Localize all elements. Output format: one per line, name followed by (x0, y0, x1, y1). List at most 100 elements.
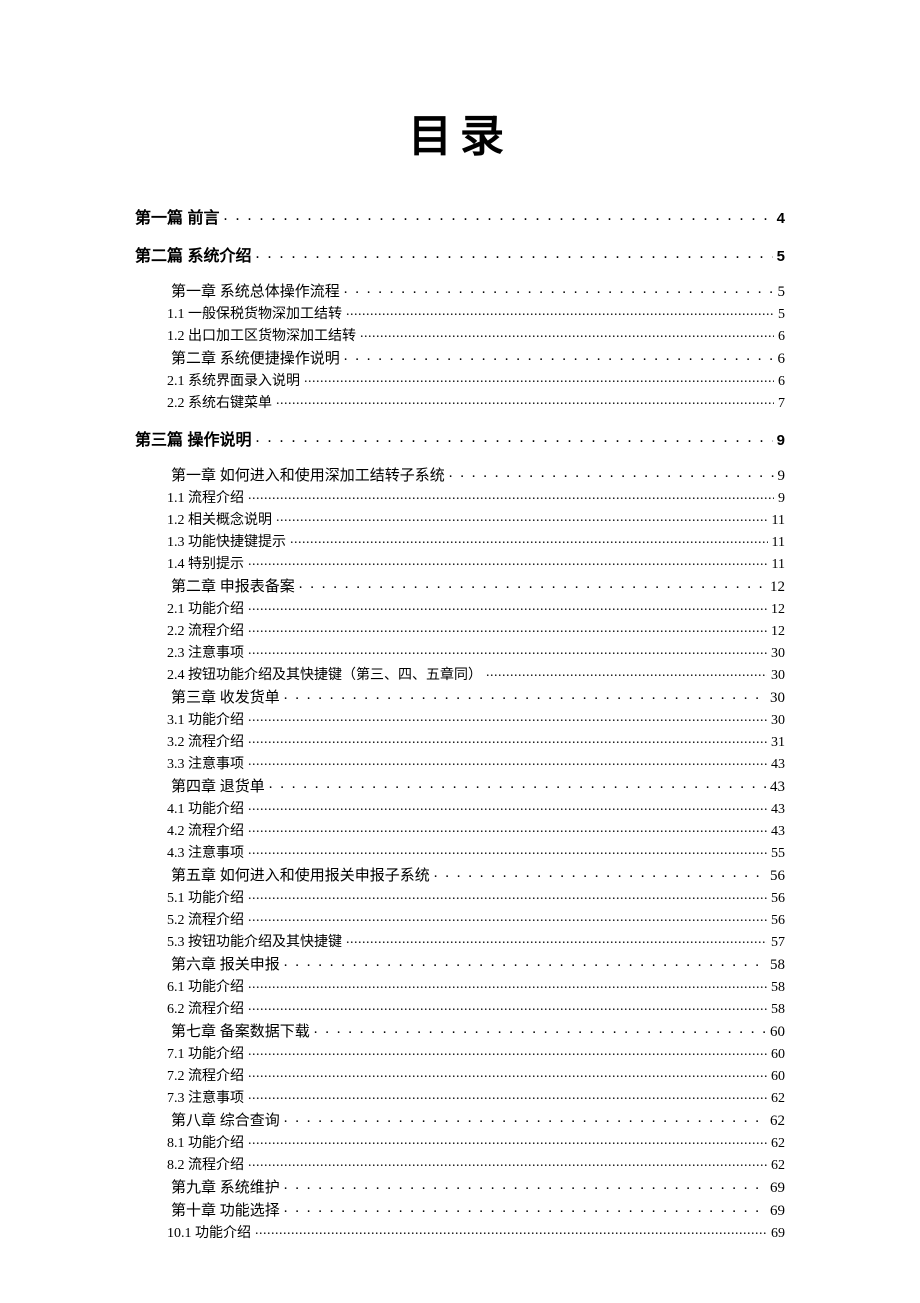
document-page: 目录 第一篇 前言4第二篇 系统介绍5第一章 系统总体操作流程51.1 一般保税… (0, 0, 920, 1303)
toc-entry-page: 58 (767, 980, 785, 996)
toc-leader-dots (344, 281, 774, 296)
toc-leader-dots (346, 932, 767, 946)
toc-entry[interactable]: 第一篇 前言 4 (135, 204, 785, 228)
toc-entry-page: 7 (774, 396, 785, 412)
toc-entry-label: 第九章 系统维护 (171, 1176, 284, 1197)
toc-entry[interactable]: 1.3 功能快捷键提示11 (135, 531, 785, 551)
toc-entry-page: 12 (767, 624, 785, 640)
toc-entry[interactable]: 第二篇 系统介绍5 (135, 242, 785, 266)
toc-entry[interactable]: 第六章 报关申报58 (135, 953, 785, 974)
toc-entry[interactable]: 1.1 流程介绍9 (135, 487, 785, 507)
toc-entry-label: 第六章 报关申报 (171, 953, 284, 974)
toc-entry-label: 第四章 退货单 (171, 775, 269, 796)
toc-entry[interactable]: 第二章 申报表备案12 (135, 575, 785, 596)
toc-entry-page: 30 (766, 690, 785, 707)
toc-leader-dots (344, 348, 774, 363)
toc-leader-dots (284, 1177, 766, 1192)
toc-entry-page: 30 (767, 713, 785, 729)
toc-entry[interactable]: 4.3 注意事项55 (135, 842, 785, 862)
toc-entry-page: 56 (767, 891, 785, 907)
toc-leader-dots (486, 665, 767, 679)
toc-entry[interactable]: 第九章 系统维护69 (135, 1176, 785, 1197)
toc-entry[interactable]: 7.2 流程介绍60 (135, 1065, 785, 1085)
toc-leader-dots (284, 954, 766, 969)
toc-entry[interactable]: 第一章 系统总体操作流程5 (135, 280, 785, 301)
toc-leader-dots (248, 554, 768, 568)
toc-leader-dots (248, 599, 767, 613)
toc-entry[interactable]: 3.1 功能介绍 30 (135, 709, 785, 729)
toc-leader-dots (284, 1200, 766, 1215)
toc-entry-page: 43 (767, 757, 785, 773)
toc-entry[interactable]: 6.2 流程介绍58 (135, 998, 785, 1018)
toc-entry-label: 6.1 功能介绍 (167, 976, 248, 996)
toc-entry-page: 9 (774, 491, 785, 507)
toc-entry-label: 3.1 功能介绍 (167, 709, 248, 729)
toc-entry[interactable]: 2.2 系统右键菜单7 (135, 392, 785, 412)
toc-entry-label: 第三章 收发货单 (171, 686, 284, 707)
toc-leader-dots (248, 843, 767, 857)
toc-entry[interactable]: 1.1 一般保税货物深加工结转5 (135, 303, 785, 323)
toc-leader-dots (248, 799, 767, 813)
toc-leader-dots (248, 488, 774, 502)
toc-entry[interactable]: 2.3 注意事项30 (135, 642, 785, 662)
toc-entry[interactable]: 第三篇 操作说明9 (135, 426, 785, 450)
toc-entry-page: 5 (774, 307, 785, 323)
toc-entry-page: 43 (766, 779, 785, 796)
toc-leader-dots (304, 371, 774, 385)
toc-entry[interactable]: 3.2 流程介绍31 (135, 731, 785, 751)
toc-entry[interactable]: 2.1 系统界面录入说明6 (135, 370, 785, 390)
toc-entry[interactable]: 10.1 功能介绍69 (135, 1222, 785, 1242)
toc-entry[interactable]: 1.2 出口加工区货物深加工结转6 (135, 325, 785, 345)
toc-leader-dots (276, 393, 774, 407)
toc-entry-label: 4.2 流程介绍 (167, 820, 248, 840)
toc-leader-dots (248, 732, 767, 746)
toc-entry[interactable]: 第四章 退货单 43 (135, 775, 785, 796)
toc-leader-dots (248, 1066, 767, 1080)
toc-entry[interactable]: 第二章 系统便捷操作说明6 (135, 347, 785, 368)
toc-entry-label: 第二篇 系统介绍 (135, 242, 255, 266)
toc-entry-label: 第一篇 前言 (135, 204, 223, 228)
toc-entry[interactable]: 第三章 收发货单 30 (135, 686, 785, 707)
toc-entry[interactable]: 8.2 流程介绍62 (135, 1154, 785, 1174)
toc-leader-dots (276, 510, 768, 524)
toc-entry[interactable]: 第五章 如何进入和使用报关申报子系统56 (135, 864, 785, 885)
toc-entry[interactable]: 7.3 注意事项62 (135, 1087, 785, 1107)
toc-entry[interactable]: 第七章 备案数据下载60 (135, 1020, 785, 1041)
toc-entry[interactable]: 4.1 功能介绍43 (135, 798, 785, 818)
toc-entry[interactable]: 第八章 综合查询62 (135, 1109, 785, 1130)
toc-entry-label: 3.2 流程介绍 (167, 731, 248, 751)
toc-entry[interactable]: 1.4 特别提示11 (135, 553, 785, 573)
toc-leader-dots (290, 532, 768, 546)
toc-entry[interactable]: 2.4 按钮功能介绍及其快捷键（第三、四、五章同）30 (135, 664, 785, 684)
toc-entry-page: 11 (768, 535, 785, 551)
toc-entry-page: 11 (768, 513, 785, 529)
toc-leader-dots (314, 1021, 766, 1036)
toc-entry[interactable]: 5.1 功能介绍56 (135, 887, 785, 907)
toc-entry[interactable]: 1.2 相关概念说明11 (135, 509, 785, 529)
toc-leader-dots (255, 245, 772, 261)
toc-entry[interactable]: 4.2 流程介绍43 (135, 820, 785, 840)
toc-entry-page: 6 (774, 374, 785, 390)
toc-entry[interactable]: 第十章 功能选择69 (135, 1199, 785, 1220)
toc-entry-label: 第七章 备案数据下载 (171, 1020, 314, 1041)
toc-leader-dots (223, 207, 772, 223)
toc-entry[interactable]: 7.1 功能介绍60 (135, 1043, 785, 1063)
toc-entry-page: 62 (767, 1091, 785, 1107)
toc-entry[interactable]: 3.3 注意事项43 (135, 753, 785, 773)
toc-body: 第一篇 前言4第二篇 系统介绍5第一章 系统总体操作流程51.1 一般保税货物深… (135, 204, 785, 1242)
toc-entry[interactable]: 2.2 流程介绍12 (135, 620, 785, 640)
toc-entry-page: 57 (767, 935, 785, 951)
toc-entry[interactable]: 第一章 如何进入和使用深加工结转子系统9 (135, 464, 785, 485)
toc-entry-page: 6 (774, 329, 785, 345)
toc-entry-page: 11 (768, 557, 785, 573)
toc-entry[interactable]: 6.1 功能介绍 58 (135, 976, 785, 996)
toc-entry-page: 4 (773, 210, 785, 227)
toc-entry[interactable]: 5.3 按钮功能介绍及其快捷键57 (135, 931, 785, 951)
toc-entry-page: 69 (767, 1226, 785, 1242)
toc-leader-dots (248, 821, 767, 835)
toc-entry-page: 12 (766, 579, 785, 596)
toc-leader-dots (248, 1155, 767, 1169)
toc-entry[interactable]: 2.1 功能介绍12 (135, 598, 785, 618)
toc-entry[interactable]: 5.2 流程介绍56 (135, 909, 785, 929)
toc-entry[interactable]: 8.1 功能介绍62 (135, 1132, 785, 1152)
